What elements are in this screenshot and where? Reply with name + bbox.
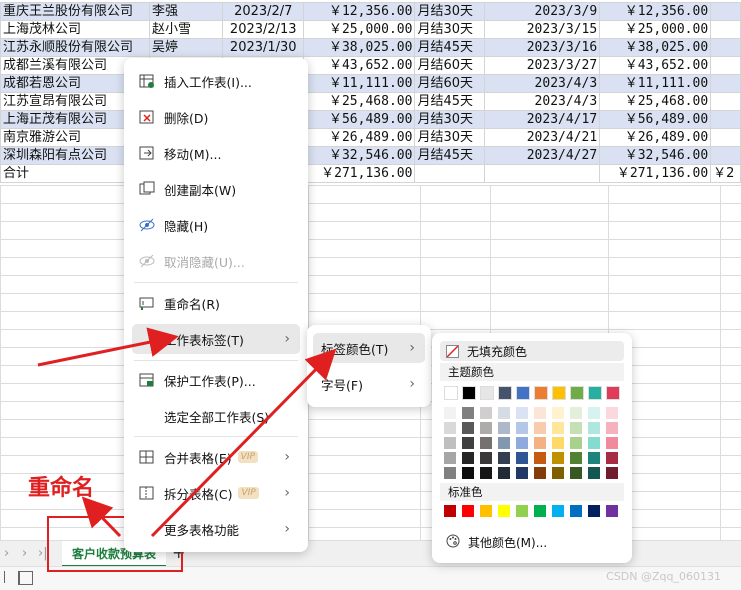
annotation-arrows [37, 327, 337, 538]
